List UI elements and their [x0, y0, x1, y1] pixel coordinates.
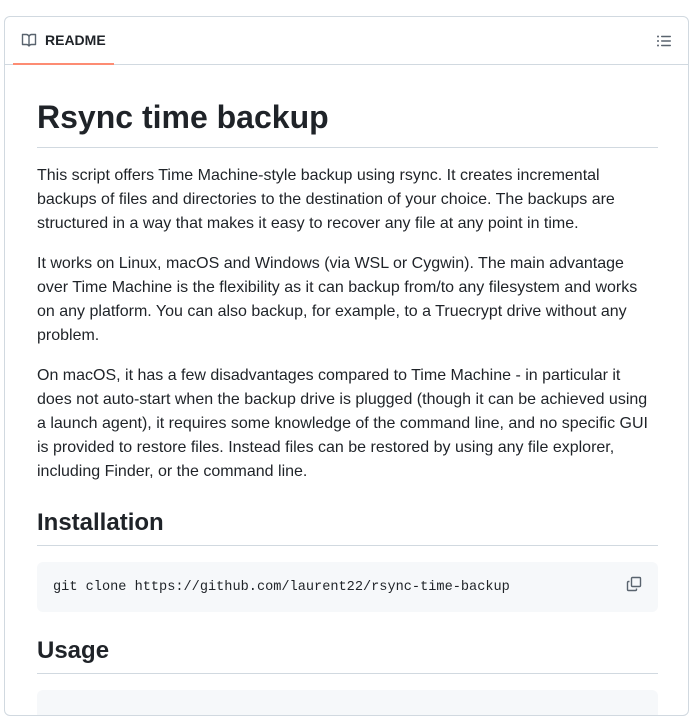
readme-article: Rsync time backup This script offers Tim… — [37, 65, 658, 715]
readme-panel: README Rsync time backup This script off… — [4, 16, 689, 716]
intro-paragraph: This script offers Time Machine-style ba… — [37, 167, 615, 232]
intro-paragraph: On macOS, it has a few disadvantages com… — [37, 367, 648, 480]
installation-code-block: git clone https://github.com/laurent22/r… — [37, 562, 658, 612]
tab-readme-label: README — [45, 32, 106, 48]
tab-readme[interactable]: README — [13, 17, 114, 65]
readme-header: README — [5, 17, 688, 65]
page-title: Rsync time backup — [37, 97, 658, 148]
usage-heading: Usage — [37, 636, 658, 674]
table-of-contents-button[interactable] — [656, 33, 672, 49]
installation-code[interactable]: git clone https://github.com/laurent22/r… — [53, 578, 642, 597]
copy-button[interactable] — [626, 576, 642, 592]
intro-paragraph: It works on Linux, macOS and Windows (vi… — [37, 255, 638, 344]
book-icon — [21, 32, 37, 48]
usage-code-block — [37, 690, 658, 715]
list-unordered-icon — [657, 35, 671, 47]
copy-icon — [626, 576, 642, 592]
installation-heading: Installation — [37, 508, 658, 546]
